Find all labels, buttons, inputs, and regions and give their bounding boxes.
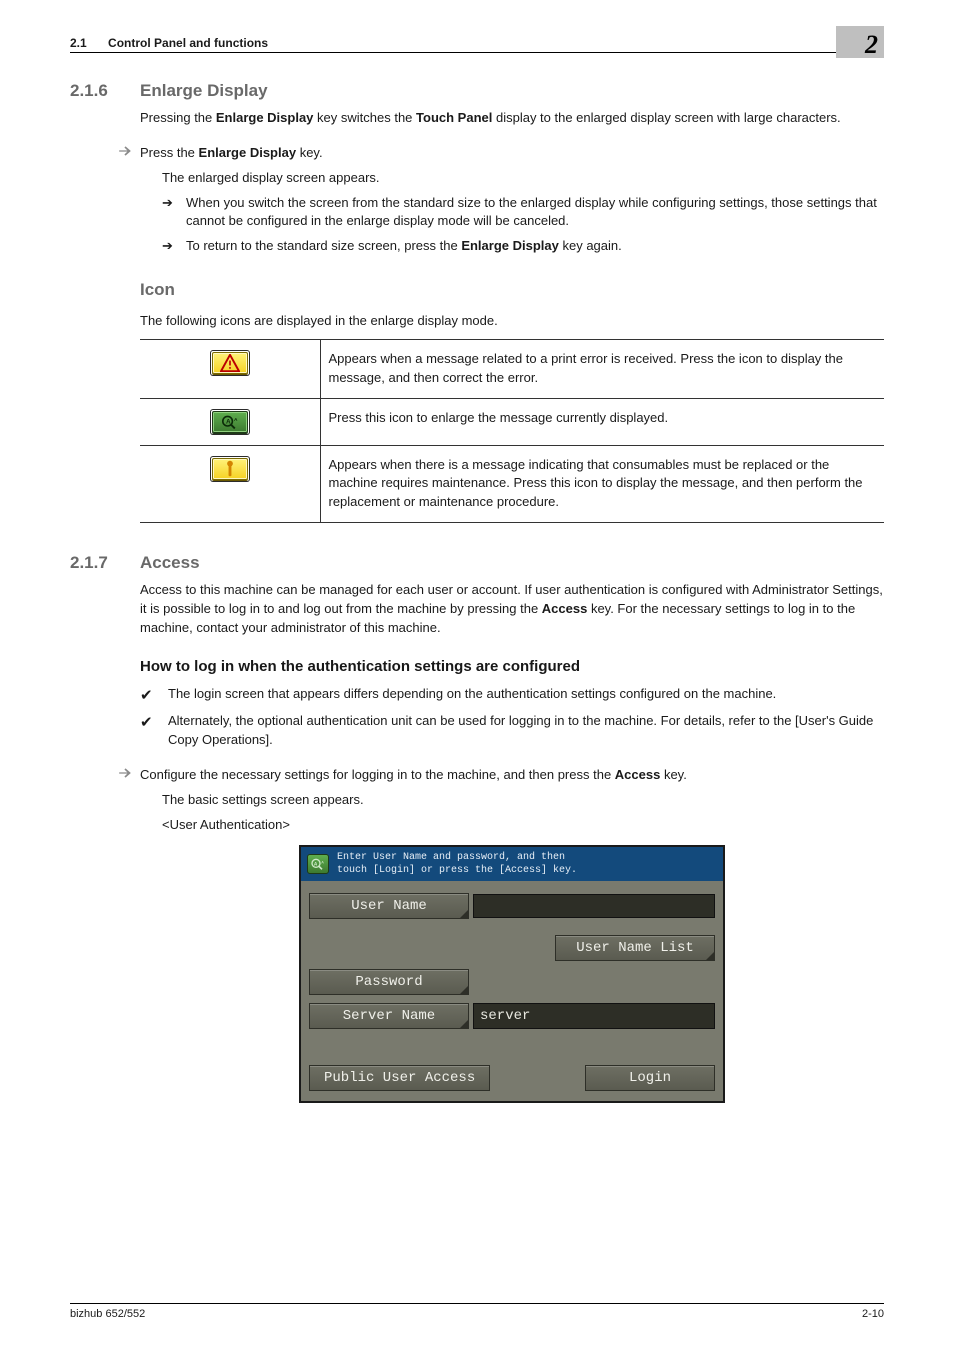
para-access-intro: Access to this machine can be managed fo… bbox=[140, 581, 884, 638]
magnify-icon[interactable]: AA bbox=[307, 854, 329, 874]
login-button[interactable]: Login bbox=[585, 1065, 715, 1091]
icon-desc-warning: Appears when a message related to a prin… bbox=[320, 339, 884, 398]
server-name-field[interactable]: server bbox=[473, 1003, 715, 1029]
heading-title-access: Access bbox=[140, 553, 200, 573]
svg-text:A: A bbox=[321, 861, 324, 865]
table-row: Appears when there is a message indicati… bbox=[140, 445, 884, 523]
checkmark-icon: ✔ bbox=[140, 712, 168, 734]
checkmark-icon: ✔ bbox=[140, 685, 168, 707]
heading-number-216: 2.1.6 bbox=[70, 81, 140, 101]
icon-desc-maintenance: Appears when there is a message indicati… bbox=[320, 445, 884, 523]
user-name-list-button[interactable]: User Name List bbox=[555, 935, 715, 961]
section-number: 2.1 bbox=[70, 36, 87, 50]
arrow-right-small-icon: ➔ bbox=[162, 194, 186, 213]
icon-table: Appears when a message related to a prin… bbox=[140, 339, 884, 523]
section-title: Control Panel and functions bbox=[108, 36, 268, 50]
magnify-icon: AA bbox=[210, 409, 250, 435]
server-name-button[interactable]: Server Name bbox=[309, 1003, 469, 1029]
arrow-right-small-icon: ➔ bbox=[162, 237, 186, 256]
step-result-basic-settings: The basic settings screen appears. bbox=[162, 791, 884, 810]
chapter-number-badge: 2 bbox=[836, 26, 884, 58]
screenshot-instruction-text: Enter User Name and password, and then t… bbox=[337, 851, 577, 877]
warning-icon bbox=[210, 350, 250, 376]
heading-icon: Icon bbox=[140, 280, 884, 300]
step-press-access: Configure the necessary settings for log… bbox=[140, 766, 884, 785]
caption-user-auth: <User Authentication> bbox=[162, 816, 884, 835]
svg-text:A: A bbox=[226, 418, 231, 425]
screenshot-user-authentication: AA Enter User Name and password, and the… bbox=[299, 845, 725, 1103]
arrow-right-icon bbox=[118, 766, 140, 783]
footer-model: bizhub 652/552 bbox=[70, 1308, 145, 1320]
user-name-button[interactable]: User Name bbox=[309, 893, 469, 919]
footer-page-number: 2-10 bbox=[862, 1308, 884, 1320]
table-row: AA Press this icon to enlarge the messag… bbox=[140, 398, 884, 445]
step-press-enlarge-display: Press the Enlarge Display key. bbox=[140, 144, 884, 163]
note-return-standard: To return to the standard size screen, p… bbox=[186, 237, 622, 256]
icon-desc-magnify: Press this icon to enlarge the message c… bbox=[320, 398, 884, 445]
heading-number-217: 2.1.7 bbox=[70, 553, 140, 573]
table-row: Appears when a message related to a prin… bbox=[140, 339, 884, 398]
password-button[interactable]: Password bbox=[309, 969, 469, 995]
step-result-enlarged-screen: The enlarged display screen appears. bbox=[162, 169, 884, 188]
note-cancel-settings: When you switch the screen from the stan… bbox=[186, 194, 884, 232]
svg-text:A: A bbox=[234, 417, 238, 423]
heading-title-enlarge-display: Enlarge Display bbox=[140, 81, 268, 101]
heading-howto-login: How to log in when the authentication se… bbox=[140, 658, 884, 675]
public-user-access-button[interactable]: Public User Access bbox=[309, 1065, 490, 1091]
note-auth-unit: Alternately, the optional authentication… bbox=[168, 712, 884, 750]
para-216-intro: Pressing the Enlarge Display key switche… bbox=[140, 109, 884, 128]
para-icon-intro: The following icons are displayed in the… bbox=[140, 312, 884, 331]
note-login-screen-differs: The login screen that appears differs de… bbox=[168, 685, 776, 704]
user-name-field[interactable] bbox=[473, 894, 715, 918]
page-header: 2.1 Control Panel and functions bbox=[70, 36, 884, 53]
page-footer: bizhub 652/552 2-10 bbox=[70, 1303, 884, 1320]
arrow-right-icon bbox=[118, 144, 140, 161]
maintenance-icon bbox=[210, 456, 250, 482]
